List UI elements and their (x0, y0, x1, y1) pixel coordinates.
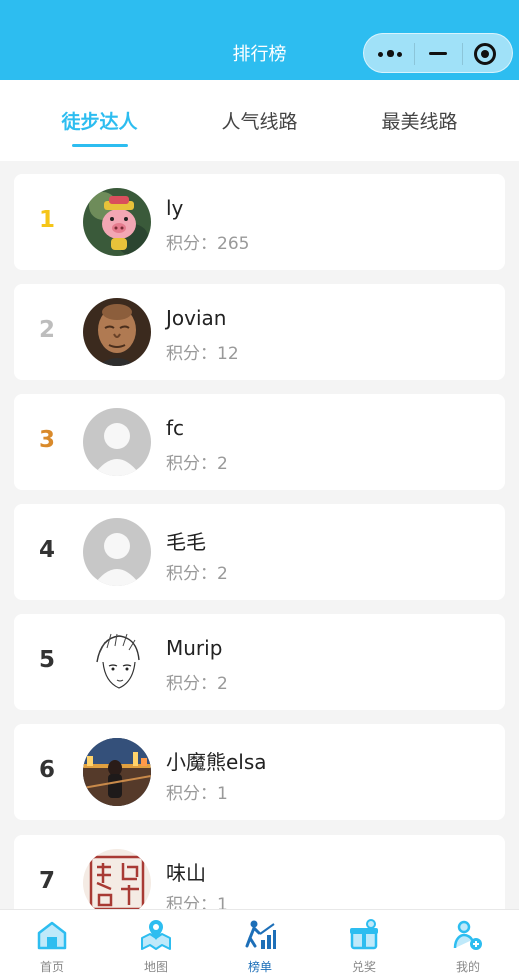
ranking-item[interactable]: 1 ly 积分：265 (14, 174, 505, 270)
user-score: 积分：265 (166, 229, 249, 254)
user-name: 小魔熊elsa (166, 750, 267, 774)
default-avatar-icon (83, 408, 151, 476)
more-icon[interactable] (378, 50, 404, 57)
user-name: 毛毛 (166, 530, 206, 554)
score-label: 积分： (166, 344, 217, 364)
avatar (83, 298, 151, 366)
map-icon (141, 920, 171, 950)
score-label: 积分： (166, 564, 217, 584)
capsule-divider (462, 43, 463, 65)
score-value: 12 (217, 344, 239, 364)
capsule-divider (414, 43, 415, 65)
ranking-item[interactable]: 4 毛毛 积分：2 (14, 504, 505, 600)
user-name: fc (166, 416, 185, 440)
nav-label: 首页 (39, 960, 64, 974)
default-avatar-icon (83, 518, 151, 586)
ranking-item[interactable]: 2 Jovian 积分：12 (14, 284, 505, 380)
rank-number: 2 (38, 317, 55, 343)
nav-redeem[interactable]: 兑奖 (312, 918, 416, 975)
rank-number: 6 (38, 757, 55, 783)
nav-label: 地图 (143, 960, 168, 974)
tab-popular-routes[interactable]: 人气线路 (173, 107, 346, 134)
ranking-item[interactable]: 3 fc 积分：2 (14, 394, 505, 490)
ranking-item[interactable]: 6 小魔熊elsa 积分：1 (14, 724, 505, 820)
rank-number: 3 (38, 427, 55, 453)
score-value: 265 (217, 234, 250, 254)
seal-stamp-avatar-icon (83, 849, 151, 917)
score-value: 2 (217, 564, 228, 584)
night-city-avatar-icon (83, 738, 151, 806)
score-label: 积分： (166, 454, 217, 474)
avatar (83, 849, 151, 917)
nav-label: 榜单 (247, 960, 272, 974)
pig-cartoon-avatar-icon (83, 188, 151, 256)
score-value: 2 (217, 454, 228, 474)
user-score: 积分：2 (166, 449, 228, 474)
score-label: 积分： (166, 674, 217, 694)
user-score: 积分：2 (166, 559, 228, 584)
score-label: 积分： (166, 234, 217, 254)
sketch-boy-avatar-icon (83, 628, 151, 696)
avatar (83, 188, 151, 256)
rank-number: 1 (38, 207, 55, 233)
profile-icon (453, 920, 482, 950)
user-name: Murip (166, 636, 223, 660)
nav-label: 兑奖 (351, 960, 376, 974)
avatar (83, 628, 151, 696)
avatar (83, 408, 151, 476)
home-icon (37, 921, 67, 950)
ranking-page: 排行榜 徒步达人 人气线路 最美线路 1 ly 积分：265 2 Jovian … (0, 0, 519, 978)
elderly-man-avatar-icon (83, 298, 151, 366)
nav-ranking[interactable]: 榜单 (208, 918, 312, 975)
close-target-icon[interactable] (474, 43, 496, 65)
tab-hiking-experts[interactable]: 徒步达人 (13, 107, 186, 134)
user-score: 积分：1 (166, 779, 228, 804)
score-label: 积分： (166, 784, 217, 804)
ranking-tabs: 徒步达人 人气线路 最美线路 (0, 80, 519, 161)
gift-icon (350, 919, 378, 950)
user-score: 积分：2 (166, 669, 228, 694)
score-value: 1 (217, 784, 228, 804)
nav-label: 我的 (455, 960, 480, 974)
nav-profile[interactable]: 我的 (416, 918, 519, 975)
rank-number: 7 (38, 868, 55, 894)
rank-number: 4 (38, 537, 55, 563)
user-name: Jovian (166, 306, 227, 330)
header-bar: 排行榜 (0, 0, 519, 80)
avatar (83, 518, 151, 586)
nav-map[interactable]: 地图 (104, 918, 208, 975)
user-name: ly (166, 196, 184, 220)
avatar (83, 738, 151, 806)
user-score: 积分：12 (166, 339, 239, 364)
mini-program-capsule (363, 33, 513, 73)
active-tab-indicator (72, 144, 128, 147)
ranking-icon (245, 920, 276, 949)
user-name: 味山 (166, 861, 206, 885)
bottom-tab-bar: 首页 地图 榜单 兑奖 我的 (0, 909, 519, 978)
minimize-icon[interactable] (429, 52, 447, 55)
rank-number: 5 (38, 647, 55, 673)
tab-best-routes[interactable]: 最美线路 (333, 107, 506, 134)
score-value: 2 (217, 674, 228, 694)
nav-home[interactable]: 首页 (0, 918, 104, 975)
ranking-item[interactable]: 5 Murip 积分：2 (14, 614, 505, 710)
